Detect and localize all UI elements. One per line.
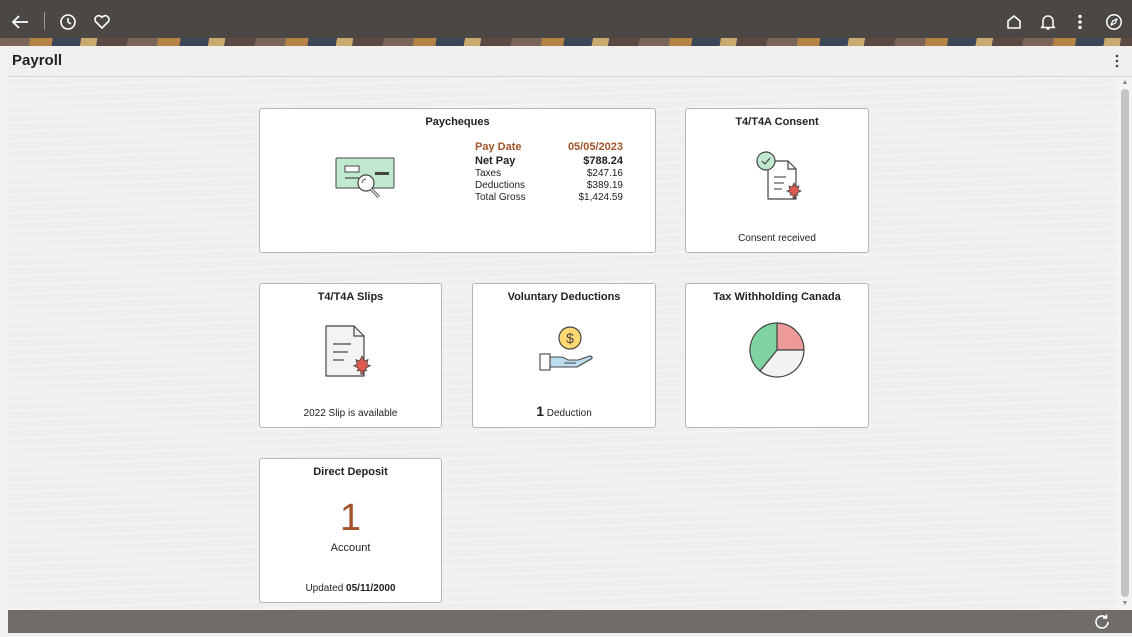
deductions-row: Deductions $389.19 [475, 180, 623, 192]
tile-title: T4/T4A Consent [735, 116, 819, 128]
notifications-bell-icon[interactable] [1036, 10, 1060, 34]
history-clock-icon[interactable] [56, 10, 80, 34]
net-pay-label: Net Pay [475, 155, 516, 167]
refresh-icon[interactable] [1092, 612, 1112, 632]
consent-status: Consent received [738, 233, 816, 244]
paycheque-summary: Pay Date 05/05/2023 Net Pay $788.24 Taxe… [475, 140, 623, 204]
scroll-up-arrow-icon[interactable]: ▲ [1121, 79, 1129, 87]
paycheque-magnifier-icon [335, 157, 395, 199]
tile-title: Direct Deposit [313, 466, 388, 478]
tile-title: Paycheques [425, 116, 490, 128]
top-banner [0, 0, 1132, 46]
tile-title: Tax Withholding Canada [713, 291, 841, 303]
page-actions-kebab-icon[interactable] [1110, 52, 1124, 70]
consent-document-icon [756, 151, 803, 200]
account-count: 1 [339, 497, 362, 539]
taxes-label: Taxes [475, 168, 502, 179]
t4-consent-tile[interactable]: T4/T4A Consent Consent received [685, 108, 869, 253]
scrollbar-thumb[interactable] [1121, 89, 1129, 597]
pay-date-label: Pay Date [475, 141, 522, 153]
updated-date: 05/11/2000 [346, 583, 396, 594]
pay-date-value: 05/05/2023 [567, 141, 623, 153]
favorites-heart-icon[interactable] [90, 10, 114, 34]
navigator-compass-icon[interactable] [1102, 10, 1126, 34]
deductions-value: $389.19 [586, 180, 623, 191]
taxes-value: $247.16 [586, 168, 623, 179]
pie-chart-icon [749, 322, 805, 378]
total-gross-label: Total Gross [475, 192, 526, 203]
voluntary-deductions-tile[interactable]: Voluntary Deductions $ 1 Deduction [472, 283, 656, 428]
t4-slips-tile[interactable]: T4/T4A Slips 2022 Slip is available [259, 283, 442, 428]
tile-title: T4/T4A Slips [317, 291, 384, 303]
total-gross-value: $1,424.59 [578, 192, 624, 203]
account-count-label: Account [330, 542, 371, 554]
page-title: Payroll [12, 52, 63, 69]
scroll-down-arrow-icon[interactable]: ▼ [1121, 600, 1129, 608]
direct-deposit-tile[interactable]: Direct Deposit 1 Account Updated 05/11/2… [259, 458, 442, 603]
hand-coin-icon: $ [539, 326, 593, 371]
home-icon[interactable] [1002, 10, 1026, 34]
net-pay-value: $788.24 [583, 155, 623, 167]
page-title-bar: Payroll [8, 46, 1132, 77]
updated-label: Updated [305, 583, 344, 594]
footer-bar [8, 610, 1132, 633]
svg-text:$: $ [566, 330, 574, 346]
deduction-count-row: 1 Deduction [473, 403, 655, 419]
updated-row: Updated 05/11/2000 [260, 583, 441, 594]
deduction-count: 1 [536, 403, 544, 419]
toolbar-divider [44, 12, 45, 30]
back-arrow-icon[interactable] [8, 10, 32, 34]
banner-pattern [0, 38, 1132, 46]
slips-status: 2022 Slip is available [303, 408, 398, 419]
taxes-row: Taxes $247.16 [475, 168, 623, 180]
tile-title: Voluntary Deductions [507, 291, 621, 303]
deductions-label: Deductions [475, 180, 526, 191]
net-pay-row: Net Pay $788.24 [475, 154, 623, 168]
vertical-scrollbar[interactable]: ▲ ▼ [1118, 77, 1132, 610]
actions-kebab-icon[interactable] [1068, 10, 1092, 34]
pay-date-row: Pay Date 05/05/2023 [475, 140, 623, 154]
slip-document-maple-icon [325, 325, 372, 377]
tile-grid: Paycheques Pay Date 05/05/2023 Net Pay $… [8, 77, 1118, 610]
total-gross-row: Total Gross $1,424.59 [475, 192, 623, 204]
tax-withholding-canada-tile[interactable]: Tax Withholding Canada [685, 283, 869, 428]
paycheques-tile[interactable]: Paycheques Pay Date 05/05/2023 Net Pay $… [259, 108, 656, 253]
deduction-count-label: Deduction [546, 408, 592, 419]
